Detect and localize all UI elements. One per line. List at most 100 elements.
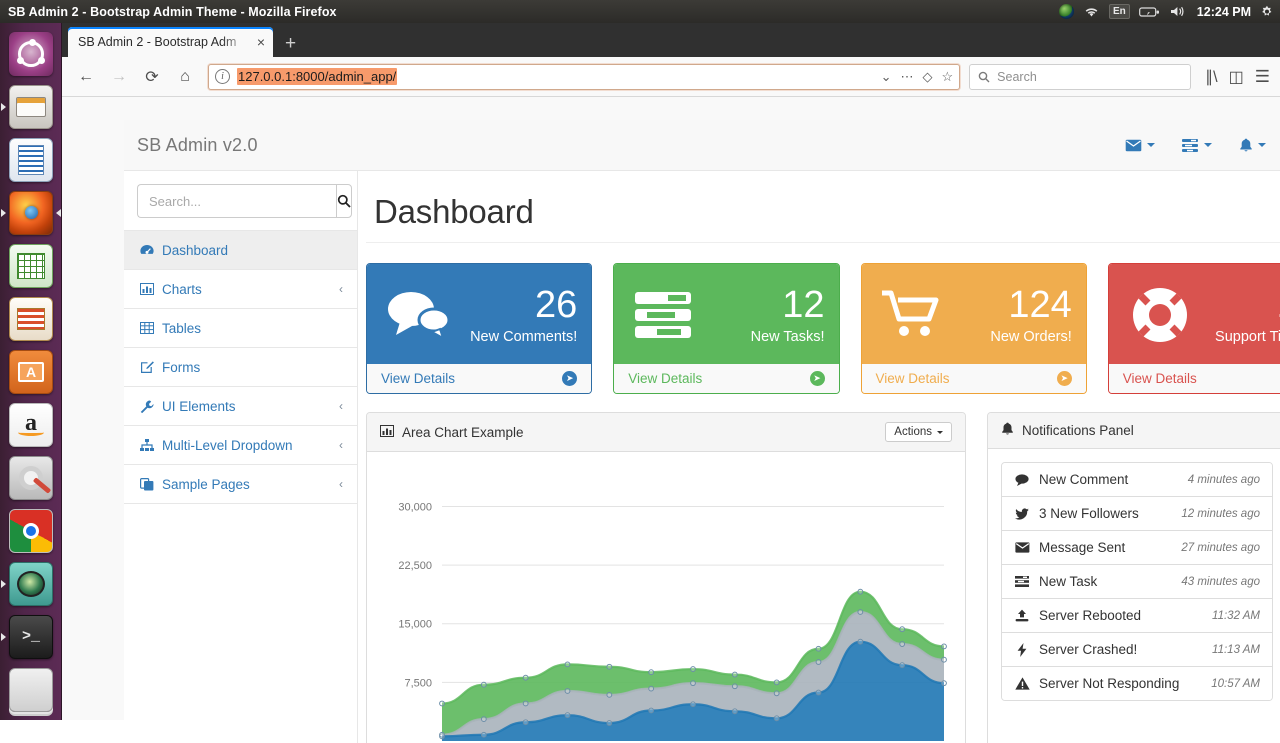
wifi-icon[interactable] xyxy=(1083,5,1100,18)
sidebar-item-label: Multi-Level Dropdown xyxy=(162,437,293,453)
sidebar-nav-list: Dashboard Charts ‹ Tables Forms UI Eleme… xyxy=(124,230,357,504)
sidebar-item-label: Tables xyxy=(162,320,202,336)
arrow-right-icon: ➤ xyxy=(809,371,825,386)
sidebar-search-button[interactable] xyxy=(336,184,352,218)
stat-card-footer[interactable]: View Details ➤ xyxy=(614,364,839,393)
sidebar-item-label: Forms xyxy=(162,359,201,375)
app-navbar: SB Admin v2.0 xyxy=(124,120,1280,171)
launcher-workspace-switcher[interactable] xyxy=(0,663,62,716)
stat-card-new-orders[interactable]: 124 New Orders! View Details ➤ xyxy=(860,263,1087,394)
firefox-icon xyxy=(9,190,53,235)
notifications-panel-title: Notifications Panel xyxy=(1022,423,1134,438)
chevron-down-icon xyxy=(937,430,943,434)
page-actions-icon[interactable]: ⋯ xyxy=(901,69,914,85)
reload-icon[interactable]: ⟳ xyxy=(138,63,166,91)
sidebar-item-charts[interactable]: Charts ‹ xyxy=(124,270,357,309)
volume-icon[interactable] xyxy=(1169,5,1188,18)
launcher-writer[interactable] xyxy=(0,133,62,186)
bookmark-star-icon[interactable]: ☆ xyxy=(942,69,954,85)
alerts-dropdown[interactable] xyxy=(1239,138,1266,153)
view-details-link[interactable]: View Details xyxy=(1123,371,1197,386)
sidebar-item-dashboard[interactable]: Dashboard xyxy=(124,230,357,270)
launcher-firefox[interactable] xyxy=(0,186,62,239)
view-details-link[interactable]: View Details xyxy=(628,371,702,386)
launcher-settings[interactable] xyxy=(0,451,62,504)
stat-card-label: New Comments! xyxy=(470,328,578,345)
launcher-terminal[interactable]: >_ xyxy=(0,610,62,663)
stat-cards-row: 26 New Comments! View Details ➤ 12 New T… xyxy=(358,243,1280,394)
stat-card-footer[interactable]: View Details ➤ xyxy=(1108,364,1280,393)
view-details-link[interactable]: View Details xyxy=(381,371,455,386)
library-icon[interactable]: ∥\ xyxy=(1205,67,1217,87)
bolt-icon xyxy=(1014,642,1030,657)
close-icon[interactable]: × xyxy=(255,35,267,49)
tasks-icon xyxy=(1182,138,1198,152)
browser-tab[interactable]: SB Admin 2 - Bootstrap Adm × xyxy=(68,27,273,57)
launcher-amazon[interactable]: a xyxy=(0,398,62,451)
pocket-icon[interactable]: ◇ xyxy=(923,69,933,85)
hamburger-menu-icon[interactable]: ☰ xyxy=(1255,67,1270,87)
site-info-icon[interactable]: i xyxy=(215,69,230,84)
view-details-link[interactable]: View Details xyxy=(876,371,950,386)
chevron-down-icon[interactable]: ⌄ xyxy=(881,69,892,85)
stat-card-footer[interactable]: View Details ➤ xyxy=(367,364,592,393)
amazon-icon: a xyxy=(9,402,53,447)
launcher-chrome[interactable] xyxy=(0,504,62,557)
area-chart-panel-header: Area Chart Example Actions xyxy=(367,413,965,452)
area-chart[interactable]: 7,500 15,000 22,500 30,000 xyxy=(380,465,952,743)
sidebar-icon[interactable]: ◫ xyxy=(1229,67,1244,87)
app-brand[interactable]: SB Admin v2.0 xyxy=(124,135,258,156)
notification-label: Server Rebooted xyxy=(1039,608,1142,623)
stat-card-number: 26 xyxy=(534,283,578,326)
launcher-calc[interactable] xyxy=(0,239,62,292)
sidebar-item-tables[interactable]: Tables xyxy=(124,309,357,348)
sidebar-item-sample-pages[interactable]: Sample Pages ‹ xyxy=(124,465,357,504)
address-bar[interactable]: i 127.0.0.1:8000/admin_app/ ⌄ ⋯ ◇ ☆ xyxy=(208,63,961,90)
sidebar-search xyxy=(124,171,357,230)
stat-card-new-tasks[interactable]: 12 New Tasks! View Details ➤ xyxy=(613,263,840,394)
list-item[interactable]: Server Rebooted 11:32 AM xyxy=(1002,599,1272,633)
system-menu-icon[interactable] xyxy=(1260,5,1274,19)
messages-dropdown[interactable] xyxy=(1125,139,1155,152)
bar-chart-icon xyxy=(139,283,154,295)
launcher-ubuntu-dash[interactable] xyxy=(0,27,62,80)
sidebar-item-multi-level-dropdown[interactable]: Multi-Level Dropdown ‹ xyxy=(124,426,357,465)
browser-toolbar-buttons: ∥\ ◫ ☰ xyxy=(1205,67,1270,87)
libreoffice-writer-icon xyxy=(9,137,53,182)
globe-icon[interactable] xyxy=(1059,4,1075,19)
sidebar-item-ui-elements[interactable]: UI Elements ‹ xyxy=(124,387,357,426)
list-item[interactable]: New Comment 4 minutes ago xyxy=(1002,463,1272,497)
sidebar-item-label: UI Elements xyxy=(162,398,236,414)
keyboard-layout-indicator[interactable]: En xyxy=(1109,4,1130,19)
app-sidebar: Dashboard Charts ‹ xyxy=(124,171,358,743)
list-item[interactable]: Server Not Responding 10:57 AM xyxy=(1002,667,1272,700)
list-item[interactable]: Server Crashed! 11:13 AM xyxy=(1002,633,1272,667)
list-item[interactable]: Message Sent 27 minutes ago xyxy=(1002,531,1272,565)
home-icon[interactable]: ⌂ xyxy=(171,63,199,91)
launcher-software[interactable]: A xyxy=(0,345,62,398)
bar-chart-icon xyxy=(380,424,394,440)
forward-icon[interactable]: → xyxy=(105,63,133,91)
firefox-window: SB Admin 2 - Bootstrap Adm × + ← → ⟳ ⌂ i… xyxy=(62,23,1280,743)
stat-card-new-comments[interactable]: 26 New Comments! View Details ➤ xyxy=(366,263,593,394)
launcher-impress[interactable] xyxy=(0,292,62,345)
browser-search-bar[interactable]: Search xyxy=(969,63,1192,90)
browser-tab-bar: SB Admin 2 - Bootstrap Adm × + xyxy=(62,23,1280,57)
back-icon[interactable]: ← xyxy=(72,63,100,91)
actions-button[interactable]: Actions xyxy=(885,422,952,442)
clock[interactable]: 12:24 PM xyxy=(1197,5,1251,19)
chevron-down-icon xyxy=(1147,143,1155,147)
sidebar-search-input[interactable] xyxy=(137,184,336,218)
list-item[interactable]: New Task 43 minutes ago xyxy=(1002,565,1272,599)
notification-time: 43 minutes ago xyxy=(1181,575,1260,588)
launcher-gimp[interactable] xyxy=(0,557,62,610)
launcher-files[interactable] xyxy=(0,80,62,133)
tasks-dropdown[interactable] xyxy=(1182,138,1212,152)
battery-icon[interactable] xyxy=(1138,6,1160,18)
new-tab-button[interactable]: + xyxy=(285,34,296,53)
list-item[interactable]: 3 New Followers 12 minutes ago xyxy=(1002,497,1272,531)
stat-card-support-tickets[interactable]: 13 Support Tickets! View Details ➤ xyxy=(1107,263,1280,394)
stat-card-footer[interactable]: View Details ➤ xyxy=(861,364,1086,393)
url-text: 127.0.0.1:8000/admin_app/ xyxy=(237,68,398,85)
sidebar-item-forms[interactable]: Forms xyxy=(124,348,357,387)
